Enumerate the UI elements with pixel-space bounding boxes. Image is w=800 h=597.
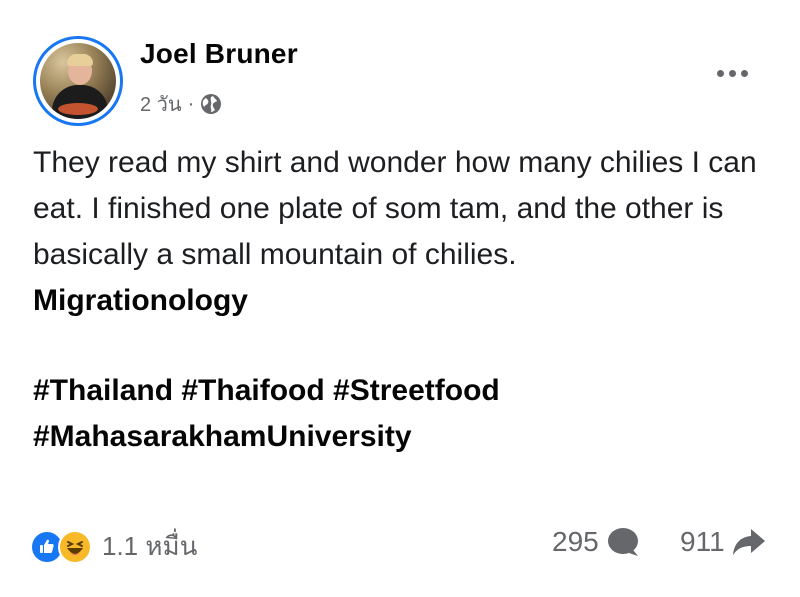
hashtag-link[interactable]: #Thaifood bbox=[181, 374, 324, 407]
reactions-summary[interactable]: 1.1 หมื่น bbox=[30, 526, 197, 567]
comment-count-text: 295 bbox=[552, 526, 599, 557]
post-footer: 1.1 หมื่น 295 911 bbox=[0, 520, 800, 570]
share-icon bbox=[732, 529, 765, 555]
comments-count[interactable]: 295 bbox=[552, 526, 641, 558]
more-options-icon bbox=[716, 69, 724, 77]
shares-count[interactable]: 911 bbox=[680, 526, 767, 558]
tag-link-migrationology[interactable]: Migrationology bbox=[33, 278, 783, 324]
reaction-count: 1.1 หมื่น bbox=[102, 531, 198, 561]
more-options-button[interactable] bbox=[702, 58, 762, 88]
globe-icon[interactable] bbox=[200, 93, 222, 115]
meta-separator: · bbox=[187, 92, 195, 115]
post-body: They read my shirt and wonder how many c… bbox=[33, 140, 783, 460]
post-text: They read my shirt and wonder how many c… bbox=[33, 146, 757, 271]
hashtag-link[interactable]: #MahasarakhamUniversity bbox=[33, 420, 412, 453]
comment-icon bbox=[607, 528, 638, 556]
hashtag-link[interactable]: #Thailand bbox=[33, 374, 173, 407]
avatar[interactable] bbox=[33, 36, 123, 126]
facebook-post: Joel Bruner 2 วัน · They read my shirt a… bbox=[0, 0, 800, 597]
avatar-photo bbox=[40, 43, 116, 119]
post-meta: 2 วัน · bbox=[140, 88, 222, 120]
author-name[interactable]: Joel Bruner bbox=[140, 38, 298, 70]
share-count-text: 911 bbox=[680, 526, 725, 557]
hashtags: #Thailand #Thaifood #Streetfood #Mahasar… bbox=[33, 368, 783, 460]
post-time[interactable]: 2 วัน bbox=[140, 88, 182, 120]
haha-icon bbox=[58, 529, 92, 564]
hashtag-link[interactable]: #Streetfood bbox=[333, 374, 500, 407]
